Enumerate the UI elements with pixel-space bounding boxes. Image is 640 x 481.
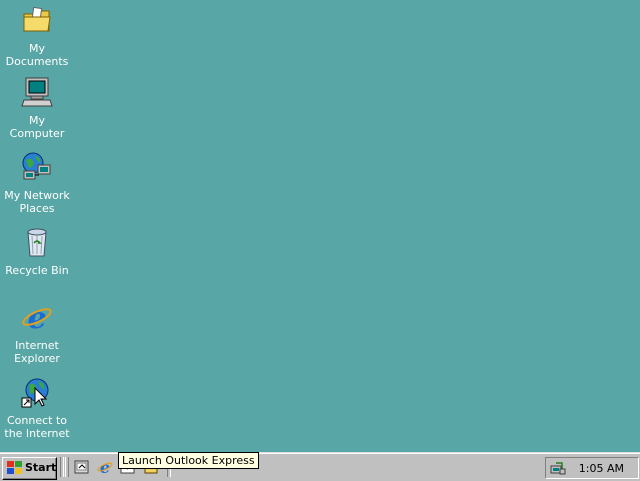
show-desktop-icon[interactable] (74, 459, 90, 475)
internet-explorer-icon: e (22, 301, 52, 336)
network-places-icon (22, 152, 51, 180)
desktop-icon-label: My Computer (9, 114, 65, 140)
desktop[interactable]: My Documents My Computer My Network Plac… (0, 0, 640, 452)
desktop-icon-label: My Documents (5, 42, 69, 68)
tooltip: Launch Outlook Express (118, 452, 259, 469)
desktop-icon-connect-to-internet[interactable]: Connect to the Internet (0, 376, 74, 440)
quick-launch-grip[interactable] (65, 457, 69, 477)
desktop-icon-internet-explorer[interactable]: e Internet Explorer (0, 301, 74, 365)
desktop-icon-recycle-bin[interactable]: Recycle Bin (0, 226, 74, 277)
desktop-icon-label-line2: Explorer (14, 352, 60, 365)
system-tray: 1:05 AM (545, 457, 639, 479)
folder-icon (23, 6, 51, 32)
connect-to-internet-icon (21, 378, 49, 408)
desktop-icon-label-line1: Connect to (6, 414, 68, 427)
desktop-icon-my-network-places[interactable]: My Network Places (0, 151, 74, 215)
recycle-bin-icon (27, 228, 47, 257)
computer-icon (21, 77, 53, 107)
taskbar-separator (60, 457, 64, 477)
network-connection-icon[interactable] (550, 460, 566, 476)
svg-text:e: e (100, 459, 110, 475)
windows-logo-icon (7, 461, 22, 474)
desktop-icon-label-line2: Places (19, 202, 55, 215)
desktop-icon-label-line2: the Internet (4, 427, 70, 440)
desktop-icon-label-line1: My Network (4, 189, 70, 202)
svg-text:e: e (27, 301, 46, 333)
clock[interactable]: 1:05 AM (579, 462, 624, 475)
desktop-icon-label-line1: Internet (15, 339, 59, 352)
internet-explorer-icon[interactable]: e (97, 459, 113, 475)
start-label: Start (25, 461, 57, 474)
desktop-icon-my-computer[interactable]: My Computer (0, 76, 74, 140)
desktop-icon-label: Recycle Bin (5, 264, 69, 277)
taskbar: Start e 1:05 AM (0, 452, 640, 481)
start-button[interactable]: Start (2, 457, 57, 480)
desktop-icon-my-documents[interactable]: My Documents (0, 4, 74, 68)
